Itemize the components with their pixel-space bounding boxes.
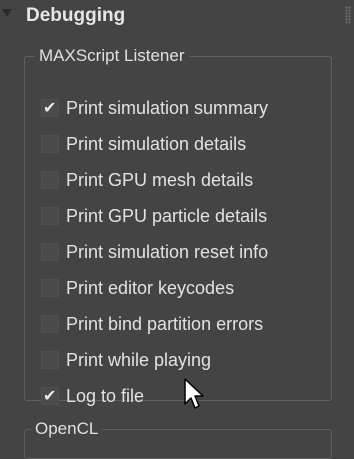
check-box[interactable]: [41, 315, 59, 333]
opencl-group: OpenCL: [24, 419, 332, 459]
checkbox-label: Print GPU particle details: [66, 205, 268, 226]
checkbox-label: Log to file: [66, 385, 145, 406]
checkbox-label: Print GPU mesh details: [66, 169, 254, 190]
debugging-rollout: Debugging MAXScript Listener Print simul…: [0, 0, 354, 459]
checkbox-print-simulation-summary[interactable]: Print simulation summary: [41, 94, 331, 122]
checkbox-label: Print while playing: [66, 349, 212, 370]
checkbox-print-gpu-particle-details[interactable]: Print GPU particle details: [41, 202, 331, 230]
check-box[interactable]: [41, 207, 59, 225]
checkbox-label: Print simulation reset info: [66, 241, 269, 262]
checkbox-label: Print bind partition errors: [66, 313, 264, 334]
checkbox-print-simulation-reset-info[interactable]: Print simulation reset info: [41, 238, 331, 266]
maxscript-listener-group: MAXScript Listener Print simulation summ…: [24, 46, 332, 406]
group-legend: OpenCL: [35, 419, 99, 438]
grip-icon[interactable]: [345, 6, 351, 24]
checkbox-print-simulation-details[interactable]: Print simulation details: [41, 130, 331, 158]
group-legend: MAXScript Listener: [39, 46, 185, 65]
checkbox-print-bind-partition-errors[interactable]: Print bind partition errors: [41, 310, 331, 338]
rollout-header[interactable]: Debugging: [0, 0, 354, 34]
check-box[interactable]: [41, 279, 59, 297]
checkbox-print-editor-keycodes[interactable]: Print editor keycodes: [41, 274, 331, 302]
checkbox-label: Print editor keycodes: [66, 277, 235, 298]
checkbox-label: Print simulation summary: [66, 97, 269, 118]
rollout-title: Debugging: [26, 5, 126, 26]
checkbox-label: Print simulation details: [66, 133, 247, 154]
check-box-checked[interactable]: [41, 386, 59, 405]
check-box-checked[interactable]: [41, 98, 59, 117]
checkbox-print-while-playing[interactable]: Print while playing: [41, 346, 331, 374]
checkbox-print-gpu-mesh-details[interactable]: Print GPU mesh details: [41, 166, 331, 194]
collapse-arrow-icon[interactable]: [2, 9, 12, 17]
check-box[interactable]: [41, 135, 59, 153]
mouse-cursor-icon: [184, 378, 204, 409]
check-box[interactable]: [41, 171, 59, 189]
check-box[interactable]: [41, 351, 59, 369]
check-box[interactable]: [41, 243, 59, 261]
